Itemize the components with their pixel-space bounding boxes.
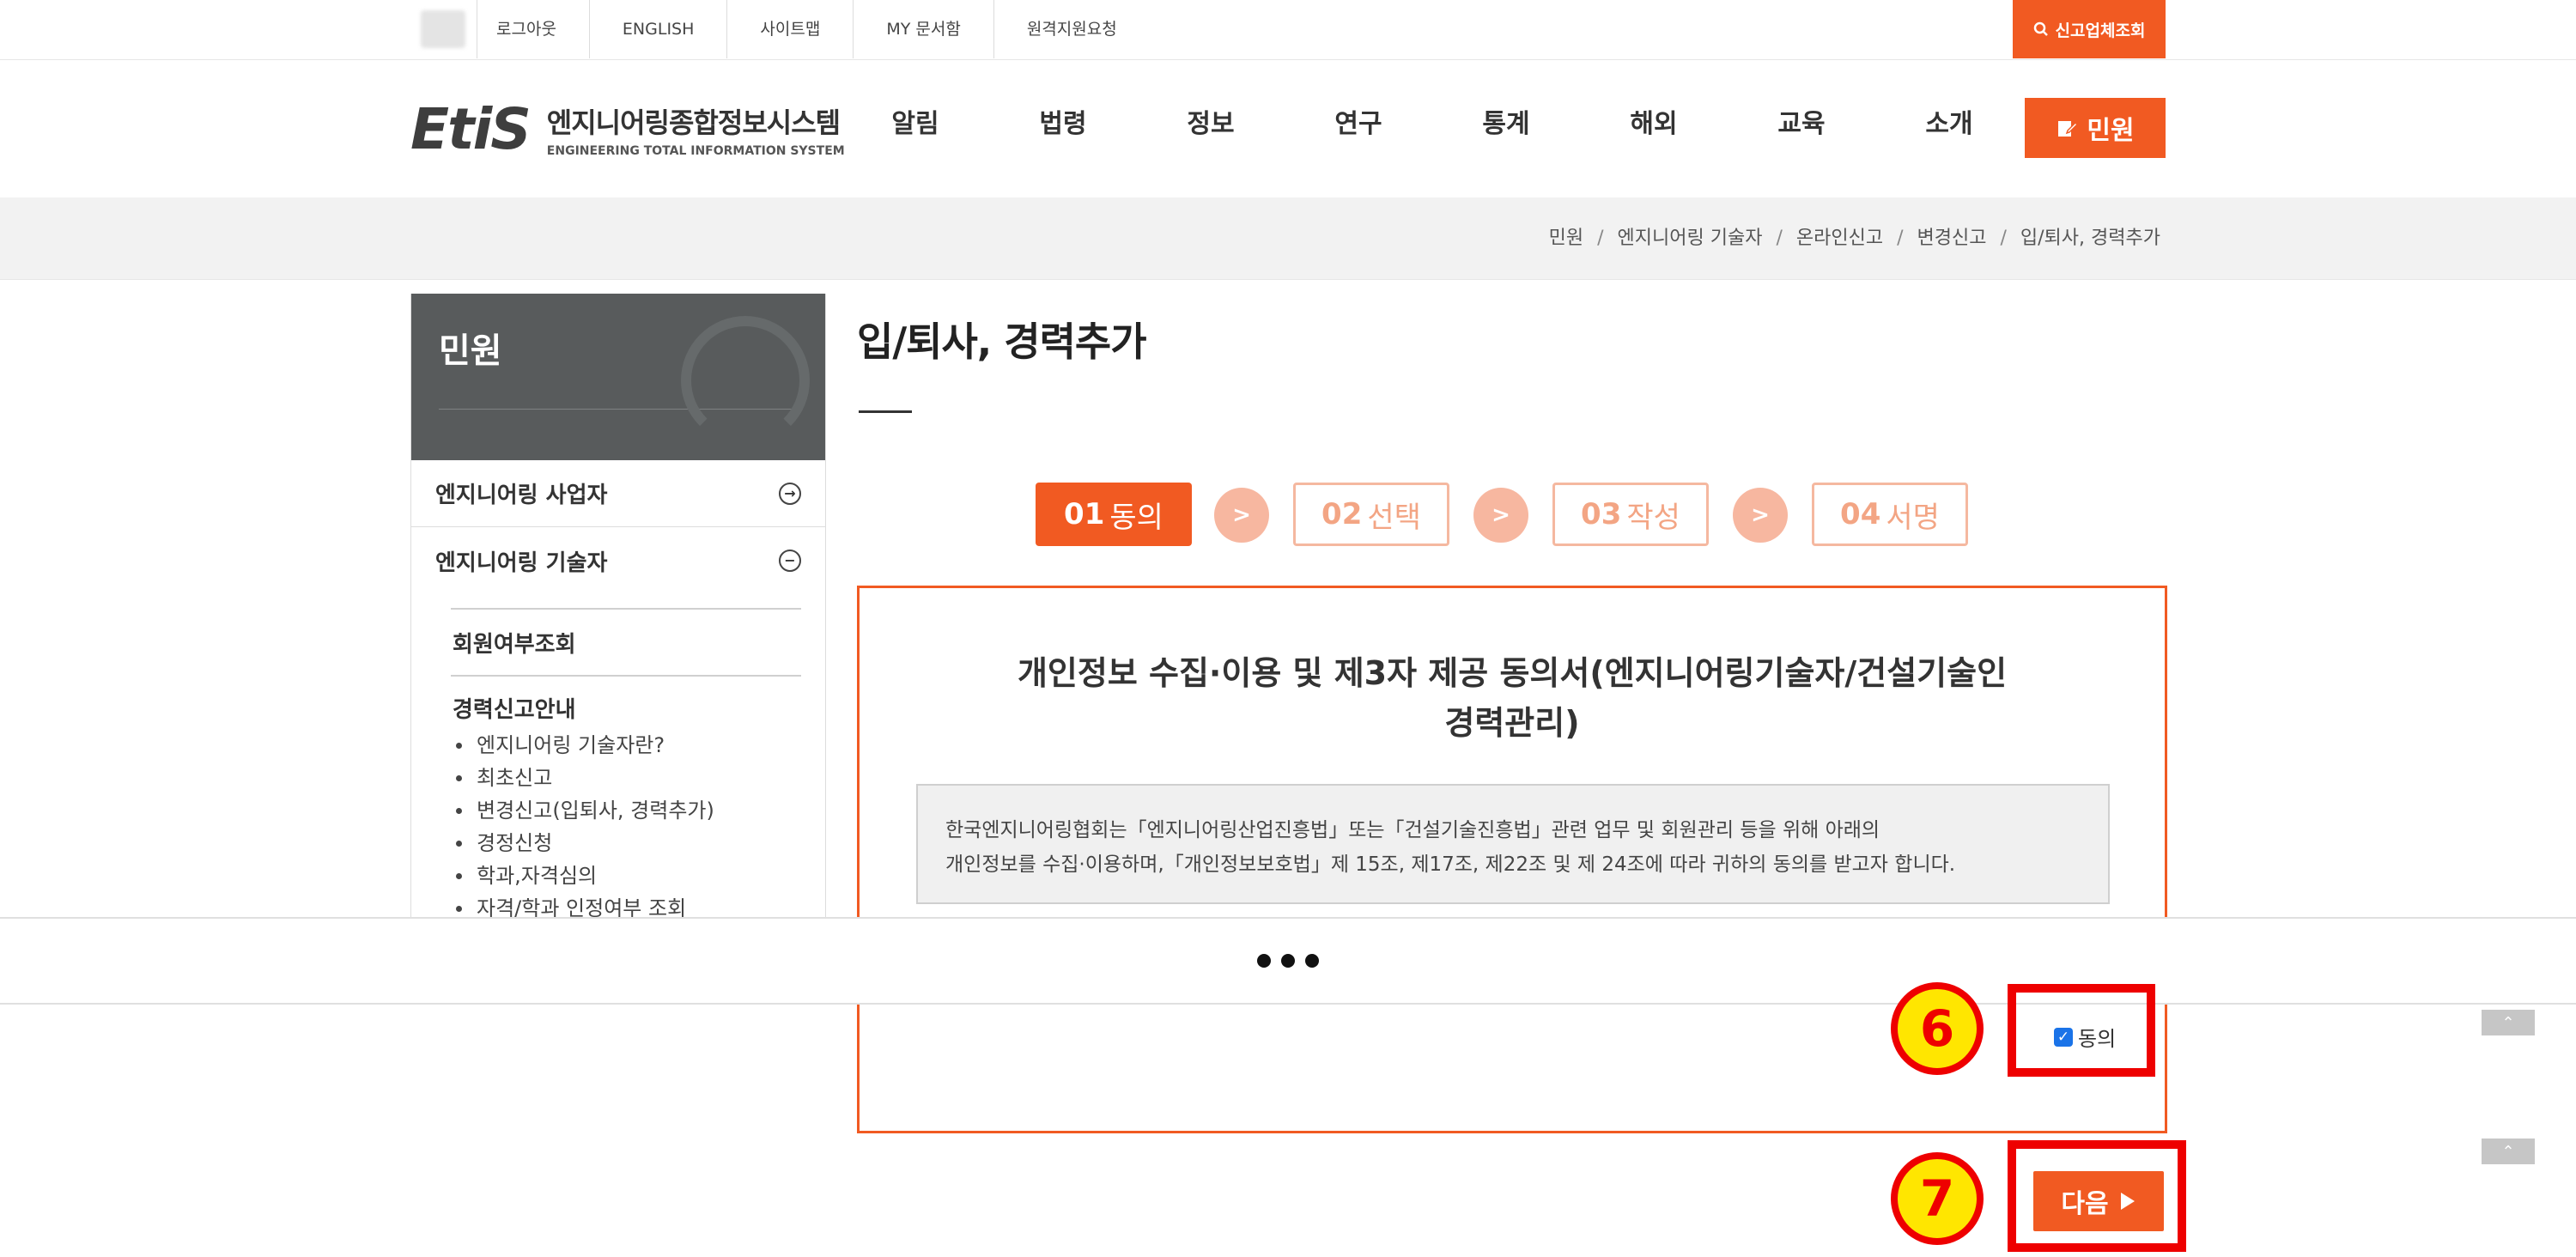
chevron-up-icon: ⌃ <box>2501 1142 2515 1161</box>
sidebar: 민원 엔지니어링 사업자 → 엔지니어링 기술자 − 회원여부조회 경력신고안내… <box>410 294 826 920</box>
headset-icon <box>681 316 810 445</box>
title-underline <box>859 410 912 413</box>
sidebar-item-label: 엔지니어링 기술자 <box>435 550 608 576</box>
minus-circle-icon: − <box>779 550 801 572</box>
sidebar-header: 민원 <box>411 294 825 460</box>
step-badge-7: 7 <box>1891 1152 1984 1245</box>
sidebar-sublink[interactable]: 학과,자격심의 <box>451 859 801 892</box>
breadcrumb-item[interactable]: 변경신고 <box>1917 197 1987 280</box>
chevron-up-icon: ⌃ <box>2501 1013 2515 1032</box>
company-search-label: 신고업체조회 <box>2055 21 2146 40</box>
nav-item-notice[interactable]: 알림 <box>841 103 989 146</box>
step-number: 01 <box>1064 497 1105 531</box>
step-number: 04 <box>1840 497 1881 531</box>
nav-item-education[interactable]: 교육 <box>1728 103 1875 146</box>
step-label: 동의 <box>1109 500 1163 535</box>
remote-support-link[interactable]: 원격지원요청 <box>993 0 1150 58</box>
breadcrumb-separator: / <box>1776 228 1783 249</box>
consent-description-line: 개인정보를 수집·이용하며,「개인정보보호법」제 15조, 제17조, 제22조… <box>945 853 1956 876</box>
step-number: 03 <box>1581 497 1622 531</box>
step-label: 선택 <box>1367 500 1421 535</box>
site-header: EtiS 엔지니어링종합정보시스템 ENGINEERING TOTAL INFO… <box>0 60 2576 197</box>
utility-bar: 로그아웃 ENGLISH 사이트맵 MY 문서함 원격지원요청 신고업체조회 <box>0 0 2576 60</box>
sidebar-title: 민원 <box>439 331 502 371</box>
sidebar-subitem-member-check[interactable]: 회원여부조회 <box>451 608 801 677</box>
scroll-top-button[interactable]: ⌃ <box>2482 1139 2535 1164</box>
ellipsis-icon <box>1257 954 1319 968</box>
site-logo[interactable]: EtiS 엔지니어링종합정보시스템 ENGINEERING TOTAL INFO… <box>410 96 845 162</box>
step-arrow-icon: > <box>1473 488 1528 543</box>
step-arrow-icon: > <box>1733 488 1788 543</box>
nav-item-law[interactable]: 법령 <box>989 103 1137 146</box>
sidebar-item-engineering-business[interactable]: 엔지니어링 사업자 → <box>411 460 825 527</box>
sidebar-item-label: 엔지니어링 사업자 <box>435 483 608 508</box>
arrow-right-circle-icon: → <box>779 482 801 505</box>
sitemap-link[interactable]: 사이트맵 <box>726 0 853 58</box>
consent-title-line: 경력관리) <box>1444 704 1580 742</box>
nav-item-info[interactable]: 정보 <box>1137 103 1285 146</box>
highlight-frame-consent <box>2008 984 2155 1077</box>
breadcrumb-item[interactable]: 엔지니어링 기술자 <box>1618 197 1763 280</box>
sidebar-sublist: 엔지니어링 기술자란? 최초신고 변경신고(입퇴사, 경력추가) 경정신청 학과… <box>451 729 801 920</box>
sidebar-sublink[interactable]: 최초신고 <box>451 762 801 794</box>
page-title: 입/퇴사, 경력추가 <box>857 319 1147 365</box>
main-nav: 알림 법령 정보 연구 통계 해외 교육 소개 <box>841 103 2023 146</box>
utility-links: 로그아웃 ENGLISH 사이트맵 MY 문서함 원격지원요청 <box>477 0 1150 58</box>
nav-item-about[interactable]: 소개 <box>1875 103 2023 146</box>
step-sign: 04 서명 <box>1812 483 1968 546</box>
user-avatar <box>421 10 465 48</box>
breadcrumb-current: 입/퇴사, 경력추가 <box>2020 228 2160 249</box>
breadcrumb-item[interactable]: 온라인신고 <box>1796 197 1883 280</box>
sidebar-sublink[interactable]: 엔지니어링 기술자란? <box>451 729 801 762</box>
breadcrumb-separator: / <box>1897 228 1904 249</box>
step-arrow-icon: > <box>1214 488 1269 543</box>
logo-english-name: ENGINEERING TOTAL INFORMATION SYSTEM <box>546 144 845 158</box>
nav-item-statistics[interactable]: 통계 <box>1432 103 1580 146</box>
nav-item-overseas[interactable]: 해외 <box>1580 103 1728 146</box>
step-label: 작성 <box>1626 500 1680 535</box>
sidebar-sublink[interactable]: 변경신고(입퇴사, 경력추가) <box>451 794 801 827</box>
breadcrumb-item[interactable]: 민원 <box>1549 197 1583 280</box>
sidebar-subgroup-title[interactable]: 경력신고안내 <box>451 692 801 724</box>
highlight-frame-next <box>2008 1140 2186 1252</box>
content-gap-separator <box>0 917 2576 1005</box>
logout-link[interactable]: 로그아웃 <box>477 0 589 58</box>
logo-text: 엔지니어링종합정보시스템 ENGINEERING TOTAL INFORMATI… <box>547 101 845 158</box>
nav-item-research[interactable]: 연구 <box>1285 103 1432 146</box>
consent-title-line: 개인정보 수집·이용 및 제3자 제공 동의서(엔지니어링기술자/건설기술인 <box>1017 654 2008 692</box>
scroll-top-button[interactable]: ⌃ <box>2482 1010 2535 1035</box>
step-write: 03 작성 <box>1552 483 1709 546</box>
consent-description: 한국엔지니어링협회는「엔지니어링산업진흥법」또는「건설기술진흥법」관련 업무 및… <box>916 784 2110 904</box>
step-badge-6: 6 <box>1891 982 1984 1075</box>
step-number: 02 <box>1321 497 1363 531</box>
civil-service-label: 민원 <box>2087 116 2135 146</box>
edit-document-icon <box>2058 121 2079 137</box>
my-documents-link[interactable]: MY 문서함 <box>853 0 993 58</box>
breadcrumb-separator: / <box>2000 228 2007 249</box>
breadcrumb-separator: / <box>1597 228 1604 249</box>
logo-mark: EtiS <box>410 96 532 162</box>
step-consent: 01 동의 <box>1036 483 1192 546</box>
company-search-button[interactable]: 신고업체조회 <box>2013 0 2166 58</box>
consent-title: 개인정보 수집·이용 및 제3자 제공 동의서(엔지니어링기술자/건설기술인 경… <box>860 648 2165 748</box>
english-link[interactable]: ENGLISH <box>588 0 726 58</box>
search-icon <box>2033 21 2048 36</box>
sidebar-sublink[interactable]: 경정신청 <box>451 827 801 859</box>
step-select: 02 선택 <box>1293 483 1449 546</box>
civil-service-button[interactable]: 민원 <box>2025 98 2166 158</box>
sidebar-submenu: 회원여부조회 경력신고안내 엔지니어링 기술자란? 최초신고 변경신고(입퇴사,… <box>411 608 825 920</box>
consent-description-line: 한국엔지니어링협회는「엔지니어링산업진흥법」또는「건설기술진흥법」관련 업무 및… <box>945 819 1880 841</box>
breadcrumb: 민원 / 엔지니어링 기술자 / 온라인신고 / 변경신고 / 입/퇴사, 경력추가 <box>1549 197 2160 280</box>
breadcrumb-bar: 민원 / 엔지니어링 기술자 / 온라인신고 / 변경신고 / 입/퇴사, 경력추가 <box>0 197 2576 280</box>
step-label: 서명 <box>1886 500 1940 535</box>
sidebar-item-engineering-technician[interactable]: 엔지니어링 기술자 − <box>411 527 825 594</box>
logo-korean-name: 엔지니어링종합정보시스템 <box>546 106 841 139</box>
